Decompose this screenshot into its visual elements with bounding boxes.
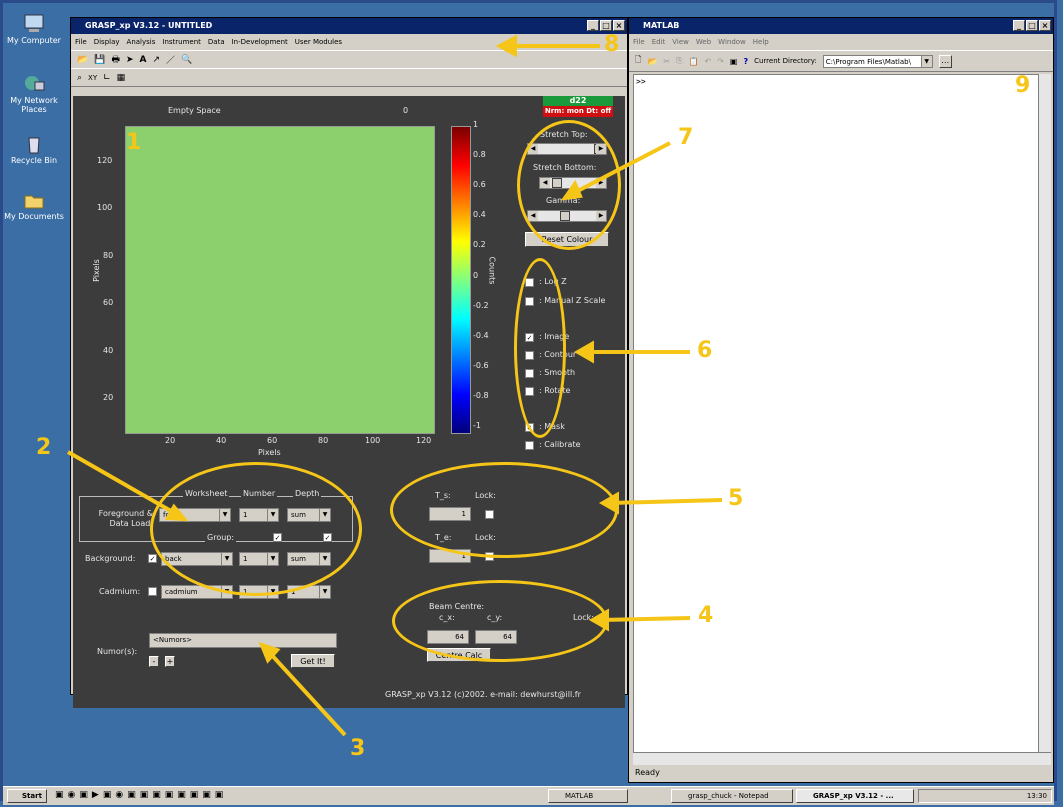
quick-launch-icon[interactable]: ▣	[127, 790, 136, 802]
quick-launch-icon[interactable]: ▣	[55, 790, 64, 802]
quick-launch-icon[interactable]: ▣	[177, 790, 186, 802]
task-label: GRASP_xp V3.12 - ...	[813, 792, 894, 800]
taskbar-notepad[interactable]: grasp_chuck - Notepad	[671, 789, 793, 803]
quick-launch-icon[interactable]: ▣	[79, 790, 88, 802]
task-label: grasp_chuck - Notepad	[688, 792, 769, 800]
quick-launch-icon[interactable]: ▣	[103, 790, 112, 802]
annotation-8: 8	[604, 32, 620, 57]
annotation-4: 4	[698, 603, 714, 628]
quick-launch-icon[interactable]: ▣	[152, 790, 161, 802]
quick-launch-icon[interactable]: ▣	[215, 790, 224, 802]
annotation-9: 9	[1015, 73, 1031, 98]
annotation-3: 3	[350, 736, 366, 761]
quick-launch-icon[interactable]: ▶	[92, 790, 99, 802]
quick-launch-icon[interactable]: ◉	[115, 790, 123, 802]
quick-launch-icon[interactable]: ▣	[190, 790, 199, 802]
start-label: Start	[22, 792, 42, 800]
taskbar: Start ▣ ◉ ▣ ▶ ▣ ◉ ▣ ▣ ▣ ▣ ▣ ▣ ▣ ▣ MATLAB grasp_chuck …	[3, 786, 1054, 805]
quick-launch: ▣ ◉ ▣ ▶ ▣ ◉ ▣ ▣ ▣ ▣ ▣ ▣ ▣ ▣	[55, 790, 335, 802]
task-label: MATLAB	[565, 792, 594, 800]
quick-launch-icon[interactable]: ▣	[140, 790, 149, 802]
taskbar-grasp[interactable]: GRASP_xp V3.12 - ...	[796, 789, 914, 803]
quick-launch-icon[interactable]: ◉	[68, 790, 76, 802]
system-tray: 13:30	[918, 789, 1052, 803]
taskbar-matlab[interactable]: MATLAB	[548, 789, 628, 803]
annotation-2: 2	[36, 435, 52, 460]
annotation-arrows	[67, 34, 723, 737]
annotation-6: 6	[697, 338, 713, 363]
quick-launch-icon[interactable]: ▣	[165, 790, 174, 802]
annotation-1: 1	[126, 130, 142, 155]
annotation-5: 5	[728, 486, 744, 511]
start-button[interactable]: Start	[7, 789, 47, 803]
clock: 13:30	[1026, 792, 1047, 800]
quick-launch-icon[interactable]: ▣	[202, 790, 211, 802]
annotation-7: 7	[678, 125, 694, 150]
